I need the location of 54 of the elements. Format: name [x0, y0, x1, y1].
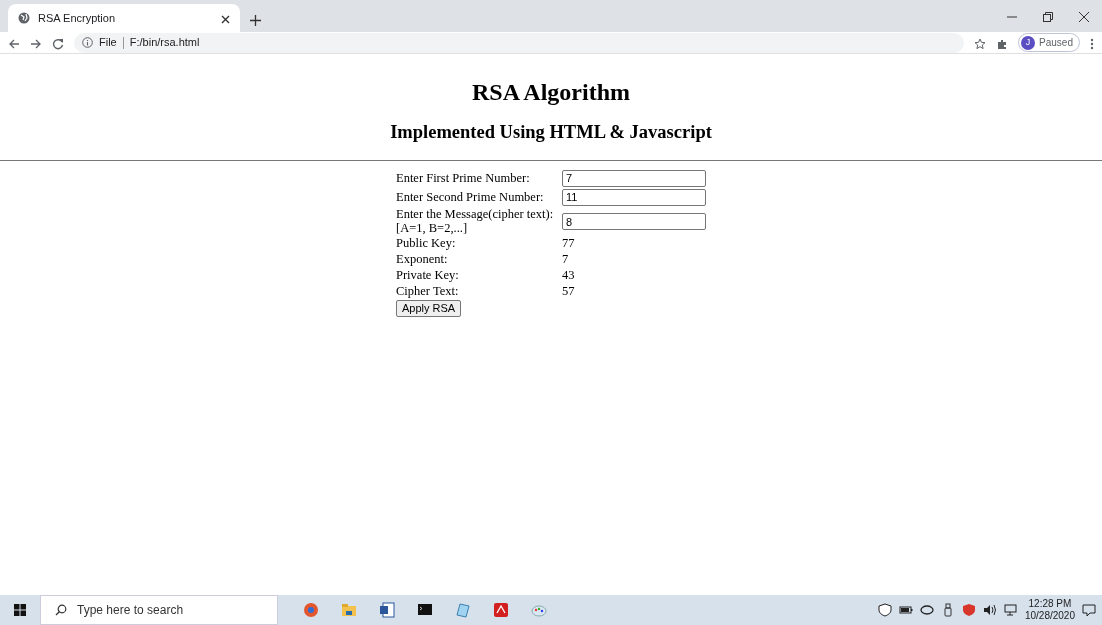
field-label: Enter Second Prime Number:	[396, 189, 544, 204]
folder-icon[interactable]	[341, 602, 357, 618]
terminal-icon[interactable]	[417, 602, 433, 618]
forward-arrow-icon[interactable]	[30, 37, 42, 50]
field-label: Private Key:	[396, 268, 459, 282]
puzzle-icon[interactable]	[996, 37, 1009, 50]
profile-button[interactable]: J Paused	[1018, 33, 1080, 52]
battery-icon[interactable]	[898, 603, 913, 617]
paint-palette-icon[interactable]	[531, 602, 547, 618]
result-value: 77	[562, 236, 575, 251]
reload-icon[interactable]	[52, 37, 64, 50]
input-field[interactable]: 8	[562, 213, 706, 231]
search-placeholder: Type here to search	[77, 602, 184, 619]
clock-date: 10/28/2020	[1024, 610, 1075, 623]
network-icon[interactable]	[1003, 603, 1018, 617]
menu-icon[interactable]	[1090, 37, 1094, 50]
input-field[interactable]: 7	[562, 170, 706, 187]
pdf-app-icon[interactable]	[493, 602, 509, 618]
result-value: 57	[562, 283, 575, 298]
result-value: 43	[562, 268, 575, 282]
notification-icon[interactable]	[1082, 603, 1096, 617]
star-icon[interactable]	[974, 37, 987, 50]
tab-title: RSA Encryption	[38, 10, 116, 26]
address-bar[interactable]: File F:/bin/rsa.html	[74, 32, 965, 53]
security-shield-icon[interactable]	[961, 603, 976, 617]
clock-time: 12:28 PM	[1027, 597, 1073, 610]
close-icon[interactable]	[1078, 10, 1090, 23]
avatar-initial: J	[1021, 35, 1036, 50]
speaker-icon[interactable]	[982, 603, 997, 617]
field-label: Cipher Text:	[396, 283, 459, 298]
page-heading: RSA Algorithm	[471, 78, 631, 107]
url-scheme: File	[99, 35, 117, 51]
field-label: Public Key:	[396, 236, 456, 251]
restore-icon[interactable]	[1042, 10, 1054, 23]
circle-app-icon[interactable]	[303, 602, 319, 618]
url-text: F:/bin/rsa.html	[129, 35, 200, 51]
field-label: Enter First Prime Number:	[396, 170, 530, 185]
page-subheading: Implemented Using HTML & Javascript	[389, 120, 713, 143]
shield-icon[interactable]	[877, 603, 892, 617]
notepad-icon[interactable]	[455, 602, 471, 618]
apply-button[interactable]: Apply RSA	[396, 300, 462, 317]
close-icon[interactable]	[221, 14, 230, 24]
windows-logo-icon[interactable]	[14, 604, 26, 616]
field-label: Exponent:	[396, 252, 448, 267]
search-icon	[55, 604, 67, 616]
browser-tab[interactable]: RSA Encryption	[8, 4, 240, 32]
plus-icon[interactable]	[250, 14, 261, 26]
info-icon	[82, 37, 93, 48]
back-arrow-icon[interactable]	[8, 37, 20, 50]
document-app-icon[interactable]	[379, 602, 395, 618]
result-value: 7	[562, 252, 569, 267]
field-label: Enter the Message(cipher text): [A=1, B=2,...]	[396, 207, 554, 235]
input-field[interactable]: 11	[562, 189, 706, 206]
taskbar-search-field[interactable]: Type here to search	[40, 595, 278, 625]
